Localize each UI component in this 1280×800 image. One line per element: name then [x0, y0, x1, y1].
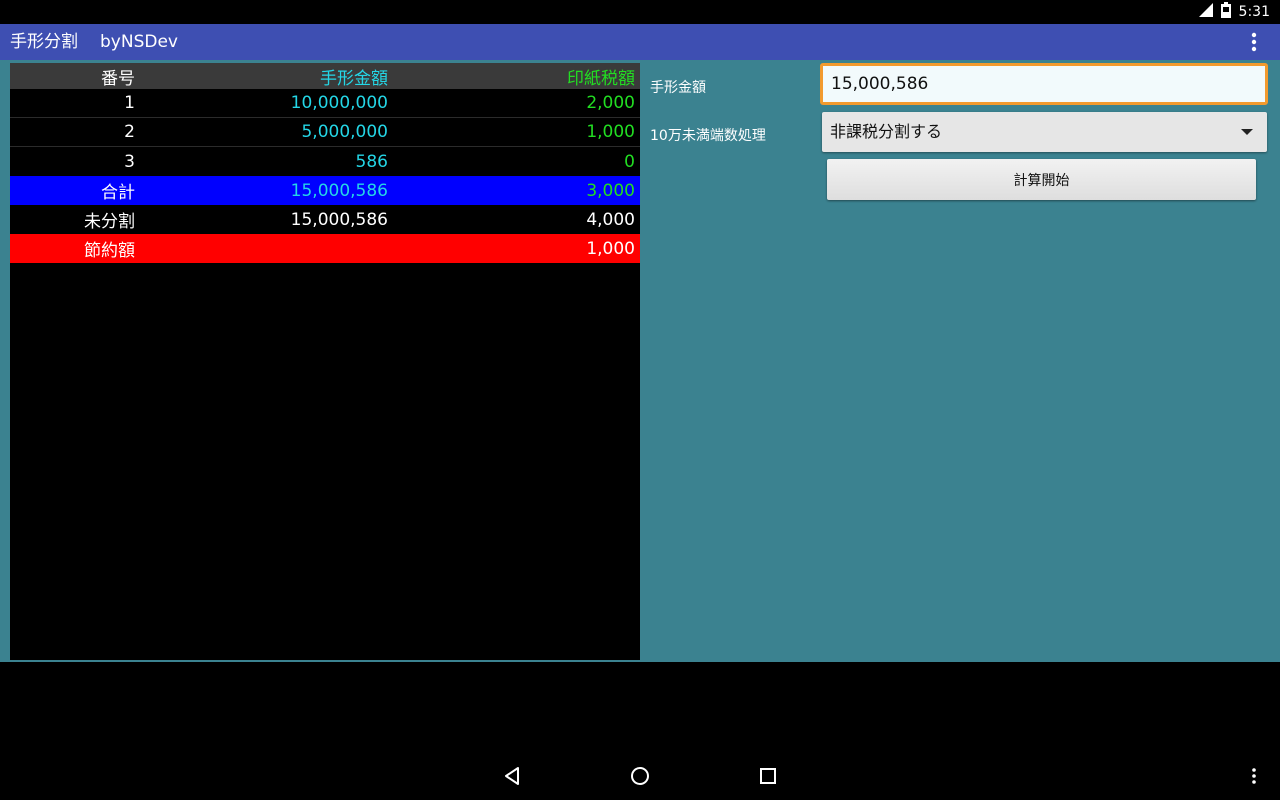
row-number: 2 [124, 122, 135, 142]
home-circle-icon [631, 767, 649, 785]
overflow-menu-button[interactable] [1242, 30, 1266, 54]
undivided-row: 未分割 15,000,586 4,000 [10, 205, 640, 234]
table-header: 番号 手形金額 印紙税額 [10, 63, 640, 89]
total-amount: 15,000,586 [290, 180, 388, 201]
back-button[interactable] [498, 762, 526, 790]
home-button[interactable] [626, 762, 654, 790]
row-tax: 2,000 [586, 93, 635, 113]
undivided-label: 未分割 [84, 212, 135, 232]
row-tax: 1,000 [586, 122, 635, 142]
clock: 5:31 [1238, 4, 1270, 20]
row-tax: 0 [624, 151, 635, 172]
savings-row: 節約額 1,000 [10, 234, 640, 263]
header-amount: 手形金額 [320, 68, 388, 89]
row-amount: 10,000,000 [290, 93, 388, 113]
rounding-selected-value: 非課税分割する [830, 122, 943, 141]
battery-icon [1220, 2, 1231, 22]
status-icons: 5:31 [1198, 0, 1270, 24]
header-number: 番号 [101, 68, 135, 89]
rounding-select[interactable]: 非課税分割する [822, 112, 1267, 152]
app-subtitle: byNSDev [100, 32, 178, 52]
savings-label: 節約額 [84, 241, 135, 261]
calculate-button[interactable]: 計算開始 [827, 159, 1256, 200]
signal-icon [1198, 3, 1213, 21]
amount-input[interactable] [820, 63, 1268, 105]
dropdown-arrow-icon [1241, 129, 1253, 135]
total-label: 合計 [101, 183, 135, 203]
back-triangle-icon [505, 767, 519, 785]
undivided-amount: 15,000,586 [290, 209, 388, 230]
row-number: 3 [124, 151, 135, 172]
nav-menu-button[interactable] [1240, 762, 1268, 790]
recents-button[interactable] [754, 762, 782, 790]
undivided-tax: 4,000 [586, 209, 635, 230]
main-content: 番号 手形金額 印紙税額 1 10,000,000 2,000 2 5,000,… [0, 60, 1280, 662]
more-vert-icon [1252, 768, 1256, 784]
more-vert-icon [1251, 32, 1257, 52]
nav-bar [0, 752, 1280, 800]
app-bar: 手形分割 byNSDev [0, 24, 1280, 60]
row-number: 1 [124, 93, 135, 113]
recents-square-icon [760, 768, 776, 784]
table-row: 1 10,000,000 2,000 [10, 89, 640, 118]
total-tax: 3,000 [586, 180, 635, 201]
row-amount: 586 [355, 151, 388, 172]
status-bar: 5:31 [0, 0, 1280, 24]
amount-label: 手形金額 [650, 80, 706, 96]
rounding-label: 10万未満端数処理 [650, 128, 766, 144]
total-row: 合計 15,000,586 3,000 [10, 176, 640, 205]
row-amount: 5,000,000 [301, 122, 388, 142]
result-table: 番号 手形金額 印紙税額 1 10,000,000 2,000 2 5,000,… [10, 63, 640, 660]
header-tax: 印紙税額 [567, 68, 635, 89]
app-title: 手形分割 [10, 32, 78, 52]
table-row: 2 5,000,000 1,000 [10, 118, 640, 147]
table-row: 3 586 0 [10, 147, 640, 176]
savings-tax: 1,000 [586, 238, 635, 259]
